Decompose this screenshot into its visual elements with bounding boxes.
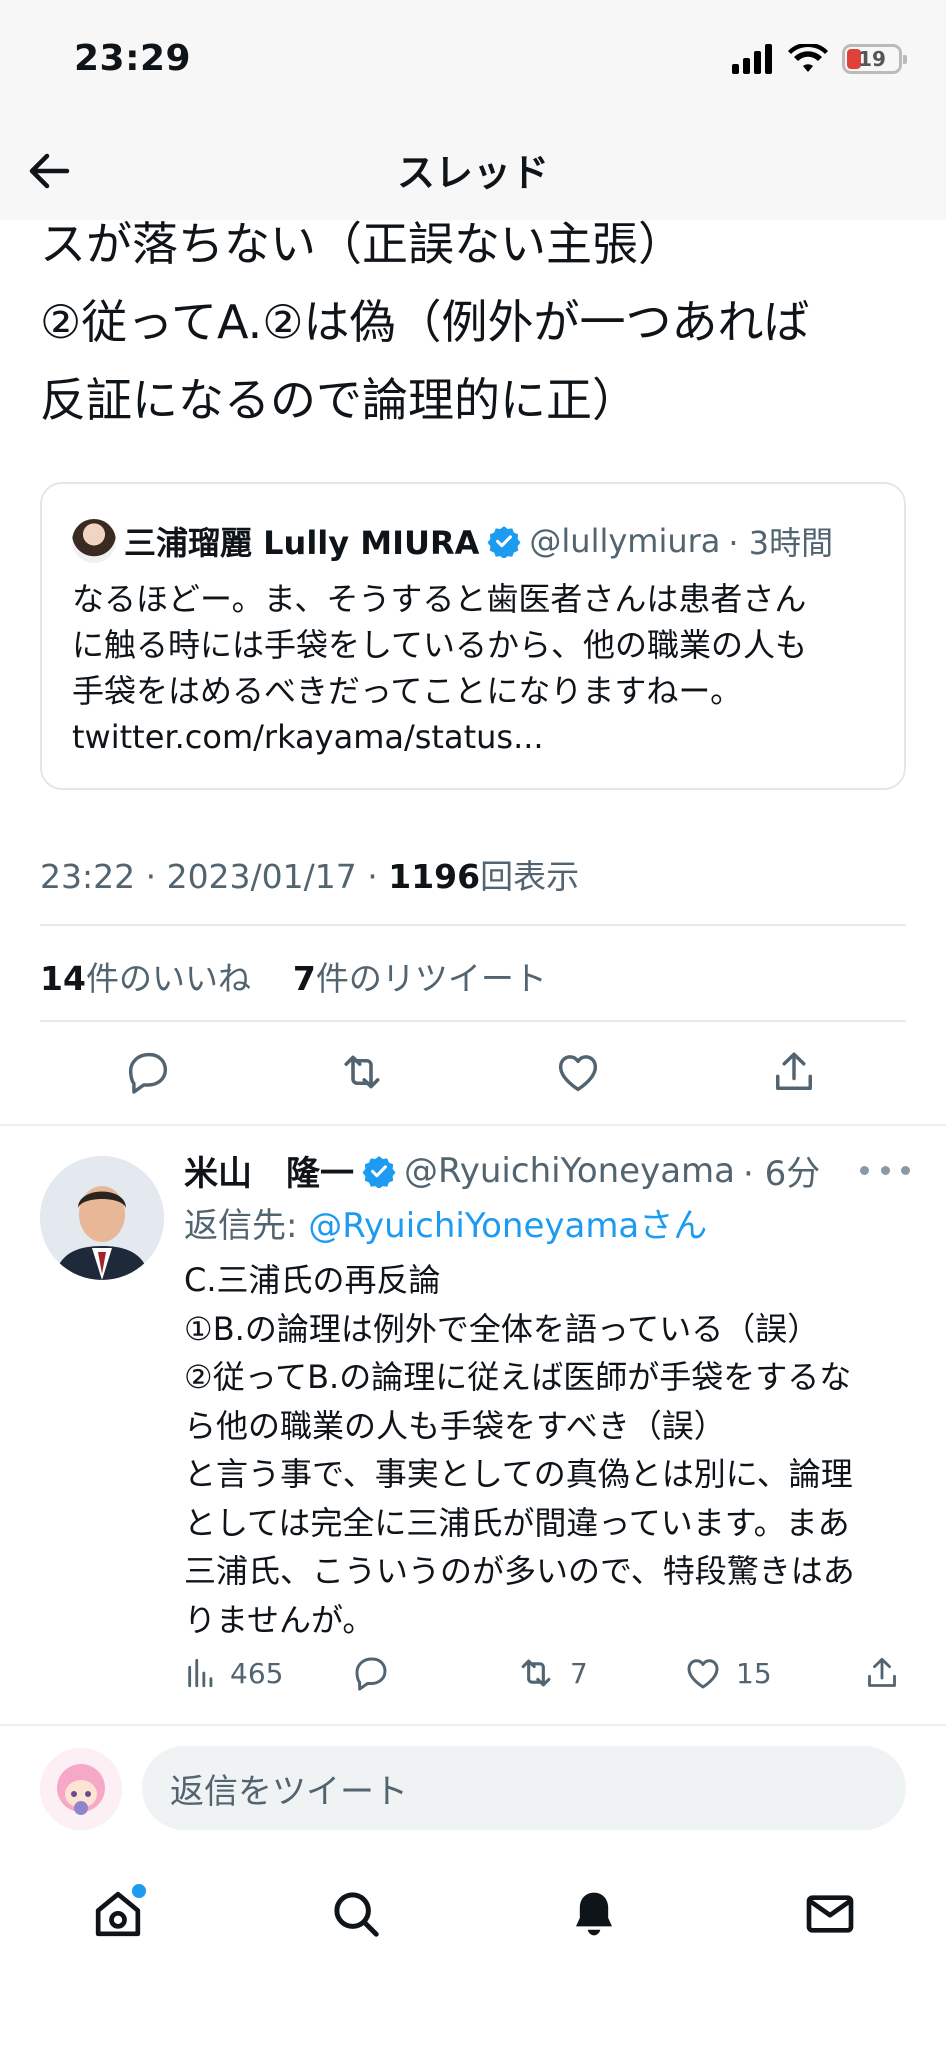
battery-icon: 19 (842, 44, 907, 74)
nav-notifications[interactable] (562, 1882, 626, 1946)
quoted-tweet-time: · 3時間 (728, 524, 834, 562)
avatar[interactable] (72, 519, 116, 563)
share-icon (776, 1052, 812, 1090)
page-title: スレッド (396, 151, 549, 195)
avatar[interactable] (40, 1156, 164, 1280)
bell-icon (576, 1892, 612, 1936)
reply-tweet-header: 米山 隆一 @RyuichiYoneyama · 6分 (184, 1146, 820, 1195)
nav-messages[interactable] (798, 1882, 862, 1946)
avatar[interactable] (40, 1748, 122, 1830)
nav-home[interactable] (86, 1882, 150, 1946)
status-icons: 19 (732, 44, 907, 74)
quoted-tweet[interactable]: 三浦瑠麗 Lully MIURA @lullymiura · 3時間 なるほどー… (40, 482, 906, 790)
reply-button[interactable] (118, 1042, 178, 1102)
wifi-icon (788, 44, 828, 72)
retweets-count: 7 (292, 959, 316, 998)
quoted-author-name[interactable]: 三浦瑠麗 Lully MIURA (124, 518, 479, 564)
like-count: 15 (736, 1656, 772, 1690)
tweet-timestamp: 23:22 · 2023/01/17 · (40, 857, 389, 896)
likes-count-label: 件のいいね (85, 959, 251, 998)
reply-tweet-actions: 465 7 15 (184, 1648, 926, 1698)
avatar-image (40, 1156, 164, 1280)
views-count: 465 (230, 1656, 284, 1690)
retweet-icon (521, 1659, 551, 1687)
verified-badge-icon (362, 1155, 396, 1188)
divider (40, 924, 906, 926)
reply-author-handle[interactable]: @RyuichiYoneyama (404, 1151, 735, 1191)
likes-count: 14 (40, 959, 86, 998)
signal-icon (732, 44, 772, 74)
battery-level: 19 (858, 47, 886, 71)
tweet-actions (40, 1042, 906, 1102)
status-bar: 23:29 19 (0, 0, 946, 120)
verified-badge-icon (487, 526, 521, 558)
divider (0, 1124, 946, 1126)
retweet-button[interactable]: 7 (514, 1648, 588, 1698)
reply-icon (355, 1657, 387, 1691)
share-icon (868, 1657, 896, 1687)
share-button[interactable] (764, 1042, 824, 1102)
quoted-tweet-header: 三浦瑠麗 Lully MIURA @lullymiura · 3時間 (72, 518, 833, 564)
retweets-count-link[interactable]: 7件のリツイート (293, 959, 547, 998)
reply-author-name[interactable]: 米山 隆一 (184, 1146, 354, 1195)
retweets-count-label: 件のリツイート (315, 959, 547, 998)
heart-icon (687, 1659, 719, 1689)
reply-button[interactable] (350, 1648, 392, 1698)
divider (0, 1724, 946, 1726)
tweet-meta: 23:22 · 2023/01/17 · 1196回表示 (40, 850, 579, 898)
avatar-image (40, 1748, 122, 1830)
reply-compose-input[interactable]: 返信をツイート (142, 1746, 906, 1830)
quoted-author-handle[interactable]: @lullymiura (529, 522, 720, 560)
engagement-counts: 14件のいいね 7件のリツイート (40, 952, 547, 1000)
replying-to-label: 返信先: (184, 1206, 309, 1246)
search-icon (334, 1892, 379, 1937)
likes-count-link[interactable]: 14件のいいね (40, 959, 251, 998)
nav-search[interactable] (324, 1882, 388, 1946)
reply-icon (128, 1052, 168, 1094)
analytics-icon (188, 1658, 213, 1688)
like-button[interactable]: 15 (682, 1648, 772, 1698)
tweet-text: スが落ちない（正誤ない主張） ②従ってA.②は偽（例外が一つあれば 反証になるの… (40, 217, 810, 427)
share-button[interactable] (862, 1648, 902, 1698)
reply-tweet-text: C.三浦氏の再反論 ①B.の論理は例外で全体を語っている（誤） ②従ってB.の論… (184, 1261, 855, 1639)
replying-to-handle[interactable]: @RyuichiYoneyama (308, 1206, 639, 1246)
reply-tweet-time: · 6分 (743, 1154, 821, 1194)
notification-dot (132, 1884, 146, 1898)
divider (40, 1020, 906, 1022)
heart-icon (558, 1055, 598, 1092)
more-options-icon[interactable] (860, 1160, 910, 1180)
retweet-icon (344, 1055, 380, 1089)
like-button[interactable] (548, 1042, 608, 1102)
retweet-count: 7 (570, 1656, 588, 1690)
replying-to-suffix: さん (639, 1206, 708, 1246)
view-count-label: 回表示 (480, 857, 580, 896)
status-time: 23:29 (74, 38, 192, 79)
mail-icon (806, 1895, 854, 1933)
views-button[interactable]: 465 (184, 1648, 283, 1698)
replying-to: 返信先: @RyuichiYoneyamaさん (184, 1198, 707, 1247)
bottom-nav (0, 1860, 946, 2048)
retweet-button[interactable] (332, 1042, 392, 1102)
view-count: 1196 (388, 857, 481, 896)
quoted-tweet-text: なるほどー。ま、そうすると歯医者さんは患者さん に触る時には手袋をしているから、… (72, 580, 808, 756)
